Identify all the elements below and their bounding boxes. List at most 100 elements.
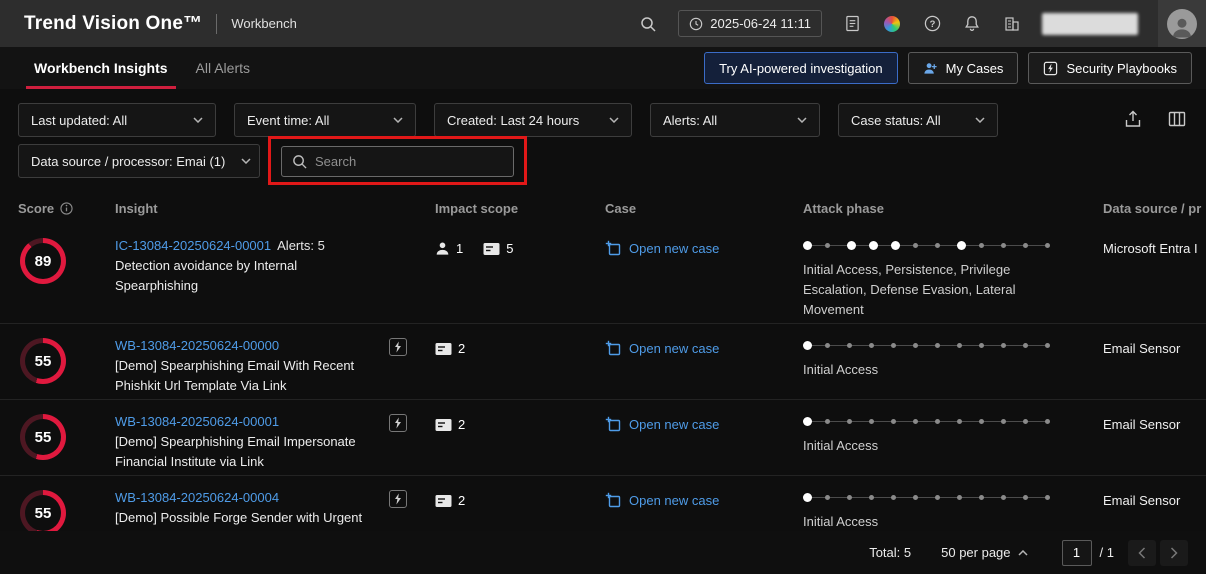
- page-number-input[interactable]: [1062, 540, 1092, 566]
- search-icon[interactable]: [638, 14, 658, 34]
- attack-phase-text: Initial Access: [803, 512, 1043, 532]
- data-source-cell: Email Sensor: [1103, 338, 1206, 356]
- phase-dot: [1045, 343, 1050, 348]
- automated-playbook-icon[interactable]: [389, 490, 407, 508]
- notifications-bell-icon[interactable]: [962, 14, 982, 34]
- phase-dot: [869, 419, 874, 424]
- next-page-button[interactable]: [1160, 540, 1188, 566]
- security-playbooks-button[interactable]: Security Playbooks: [1028, 52, 1192, 84]
- column-settings-icon[interactable]: [1168, 110, 1186, 128]
- phase-dot: [957, 419, 962, 424]
- per-page-selector[interactable]: 50 per page: [941, 545, 1027, 560]
- help-icon[interactable]: ?: [922, 14, 942, 34]
- report-icon[interactable]: [842, 14, 862, 34]
- phase-dot: [979, 243, 984, 248]
- filter-last-updated[interactable]: Last updated: All: [18, 103, 216, 137]
- filter-row-2: Data source / processor: Emai (1): [18, 144, 260, 178]
- automated-playbook-icon[interactable]: [389, 338, 407, 356]
- insight-id-link[interactable]: WB-13084-20250624-00000: [115, 338, 279, 353]
- filter-case-status[interactable]: Case status: All: [838, 103, 998, 137]
- filter-event-time[interactable]: Event time: All: [234, 103, 416, 137]
- phase-dot: [825, 243, 830, 248]
- phase-dot: [891, 495, 896, 500]
- impact-assets[interactable]: 5: [483, 241, 513, 256]
- phase-dot: [1001, 495, 1006, 500]
- filter-alerts[interactable]: Alerts: All: [650, 103, 820, 137]
- impact-assets[interactable]: 2: [435, 341, 465, 356]
- phase-dot-active: [803, 417, 812, 426]
- phase-dot: [1045, 419, 1050, 424]
- open-new-case-link[interactable]: Open new case: [629, 341, 719, 356]
- automated-playbook-icon[interactable]: [389, 414, 407, 432]
- table-row[interactable]: 55 WB-13084-20250624-00000 [Demo] Spearp…: [0, 324, 1206, 400]
- impact-assets[interactable]: 2: [435, 493, 465, 508]
- ai-investigation-button[interactable]: Try AI-powered investigation: [704, 52, 898, 84]
- data-source-cell: Email Sensor: [1103, 490, 1206, 508]
- col-attack-phase[interactable]: Attack phase: [803, 201, 1103, 216]
- table-row[interactable]: 89 IC-13084-20250624-00001 Alerts: 5 Det…: [0, 224, 1206, 324]
- impact-assets[interactable]: 2: [435, 417, 465, 432]
- chevron-up-icon: [1018, 550, 1028, 556]
- product-name: Workbench: [231, 16, 297, 31]
- impact-scope-cell: 2: [435, 414, 605, 432]
- insight-cell: WB-13084-20250624-00001 [Demo] Spearphis…: [115, 414, 435, 472]
- col-insight[interactable]: Insight: [115, 201, 435, 216]
- phase-dot-active: [869, 241, 878, 250]
- user-icon: [435, 241, 450, 256]
- score-value: 89: [35, 253, 52, 270]
- insight-id-link[interactable]: WB-13084-20250624-00001: [115, 414, 279, 429]
- search-icon: [292, 154, 307, 169]
- table-header: Score Insight Impact scope Case Attack p…: [0, 192, 1206, 224]
- attack-phase-dots: [803, 492, 1053, 502]
- filter-created[interactable]: Created: Last 24 hours: [434, 103, 632, 137]
- avatar-person-icon: [1167, 9, 1197, 39]
- my-cases-button[interactable]: My Cases: [908, 52, 1019, 84]
- phase-dot: [825, 343, 830, 348]
- phase-dot: [1001, 243, 1006, 248]
- open-new-case-link[interactable]: Open new case: [629, 493, 719, 508]
- phase-dot: [935, 343, 940, 348]
- company-icon[interactable]: [1002, 14, 1022, 34]
- table-row[interactable]: 55 WB-13084-20250624-00001 [Demo] Spearp…: [0, 400, 1206, 476]
- search-input[interactable]: [315, 154, 503, 169]
- tab-all-alerts[interactable]: All Alerts: [182, 47, 264, 89]
- tab-workbench-insights[interactable]: Workbench Insights: [20, 47, 182, 89]
- impact-scope-cell: 1 5: [435, 238, 605, 256]
- data-source-cell: Email Sensor: [1103, 414, 1206, 432]
- phase-dot: [891, 419, 896, 424]
- phase-dot: [913, 243, 918, 248]
- case-cell: Open new case: [605, 338, 803, 356]
- col-impact-scope[interactable]: Impact scope: [435, 201, 605, 216]
- open-new-case-link[interactable]: Open new case: [629, 417, 719, 432]
- prev-page-button[interactable]: [1128, 540, 1156, 566]
- score-value: 55: [35, 353, 52, 370]
- attack-phase-dots: [803, 240, 1053, 250]
- datetime-text: 2025-06-24 11:11: [710, 16, 811, 31]
- impact-users[interactable]: 1: [435, 241, 463, 256]
- datetime-display[interactable]: 2025-06-24 11:11: [678, 10, 822, 37]
- col-case[interactable]: Case: [605, 201, 803, 216]
- col-data-source[interactable]: Data source / pr: [1103, 201, 1206, 216]
- open-new-case-icon: [605, 340, 621, 356]
- insight-title: [Demo] Possible Forge Sender with Urgent: [115, 508, 379, 528]
- attack-phase-text: Initial Access: [803, 436, 1043, 456]
- insight-id-link[interactable]: WB-13084-20250624-00004: [115, 490, 279, 505]
- avatar[interactable]: [1158, 0, 1206, 47]
- col-score[interactable]: Score: [18, 201, 115, 216]
- score-value: 55: [35, 505, 52, 522]
- info-icon[interactable]: [60, 202, 73, 215]
- score-cell: 89: [18, 238, 115, 284]
- chevron-down-icon: [241, 158, 251, 164]
- phase-dot-active: [803, 241, 812, 250]
- phase-dot: [869, 495, 874, 500]
- open-new-case-link[interactable]: Open new case: [629, 241, 719, 256]
- phase-dot: [913, 343, 918, 348]
- insight-title: Detection avoidance by Internal Spearphi…: [115, 256, 379, 296]
- asset-card-icon: [435, 494, 452, 508]
- phase-dot: [913, 419, 918, 424]
- phase-dot: [913, 495, 918, 500]
- insight-id-link[interactable]: IC-13084-20250624-00001: [115, 238, 271, 253]
- filter-data-source[interactable]: Data source / processor: Emai (1): [18, 144, 260, 178]
- apps-wheel-icon[interactable]: [882, 14, 902, 34]
- export-icon[interactable]: [1124, 110, 1142, 128]
